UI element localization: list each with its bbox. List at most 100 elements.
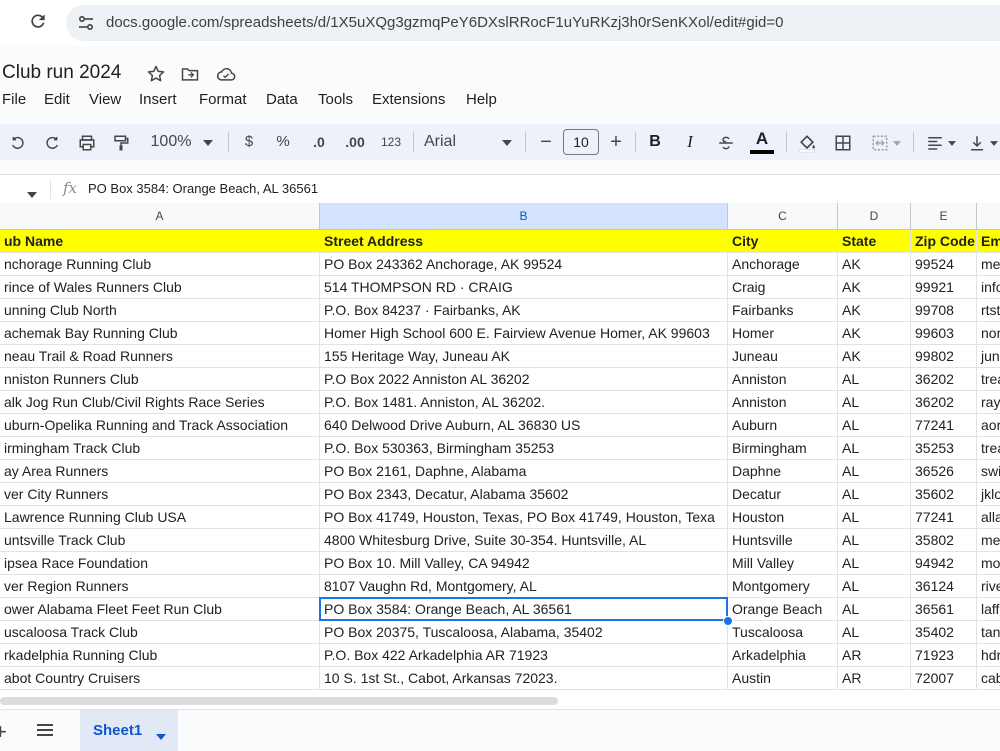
city-cell[interactable]: Anchorage	[728, 253, 838, 276]
state-cell[interactable]: AK	[838, 299, 911, 322]
street-address-cell[interactable]: PO Box 2161, Daphne, Alabama	[320, 460, 728, 483]
club-name-cell[interactable]: ub Name	[0, 230, 320, 253]
email-cell[interactable]: jun	[977, 345, 1000, 368]
city-cell[interactable]: Anniston	[728, 368, 838, 391]
club-name-cell[interactable]: abot Country Cruisers	[0, 667, 320, 690]
city-cell[interactable]: Decatur	[728, 483, 838, 506]
city-cell[interactable]: Daphne	[728, 460, 838, 483]
column-header-f[interactable]	[977, 203, 1000, 230]
club-name-cell[interactable]: neau Trail & Road Runners	[0, 345, 320, 368]
email-cell[interactable]: alla	[977, 506, 1000, 529]
email-cell[interactable]: rtst	[977, 299, 1000, 322]
print-icon[interactable]	[76, 124, 98, 160]
city-cell[interactable]: Craig	[728, 276, 838, 299]
state-cell[interactable]: AL	[838, 621, 911, 644]
menu-help[interactable]: Help	[466, 91, 497, 108]
paint-format-icon[interactable]	[110, 124, 132, 160]
state-cell[interactable]: AL	[838, 437, 911, 460]
zip-code-cell[interactable]: 35402	[911, 621, 977, 644]
italic-button[interactable]: I	[680, 124, 700, 160]
add-sheet-icon[interactable]: +	[0, 719, 7, 745]
club-name-cell[interactable]: irmingham Track Club	[0, 437, 320, 460]
state-cell[interactable]: AL	[838, 414, 911, 437]
all-sheets-icon[interactable]	[36, 722, 54, 743]
zip-code-cell[interactable]: 36526	[911, 460, 977, 483]
borders-icon[interactable]	[832, 124, 854, 160]
state-cell[interactable]: AR	[838, 644, 911, 667]
club-name-cell[interactable]: uscaloosa Track Club	[0, 621, 320, 644]
zip-code-cell[interactable]: 36561	[911, 598, 977, 621]
column-header-e[interactable]: E	[911, 203, 977, 230]
club-name-cell[interactable]: ay Area Runners	[0, 460, 320, 483]
increase-decimal-button[interactable]: .00	[340, 124, 370, 160]
menu-edit[interactable]: Edit	[44, 91, 70, 108]
email-cell[interactable]: laff	[977, 598, 1000, 621]
zoom-select[interactable]: 100%	[146, 124, 196, 160]
state-cell[interactable]: AR	[838, 667, 911, 690]
fill-color-icon[interactable]	[796, 124, 818, 160]
city-cell[interactable]: Arkadelphia	[728, 644, 838, 667]
menu-format[interactable]: Format	[199, 91, 247, 108]
menu-tools[interactable]: Tools	[318, 91, 353, 108]
state-cell[interactable]: AK	[838, 276, 911, 299]
city-cell[interactable]: Birmingham	[728, 437, 838, 460]
state-cell[interactable]: AL	[838, 460, 911, 483]
club-name-cell[interactable]: ower Alabama Fleet Feet Run Club	[0, 598, 320, 621]
scrollbar-thumb[interactable]	[0, 697, 558, 705]
sheet-menu-icon[interactable]	[156, 727, 166, 745]
club-name-cell[interactable]: achemak Bay Running Club	[0, 322, 320, 345]
percent-format-button[interactable]: %	[273, 124, 293, 160]
state-cell[interactable]: AL	[838, 598, 911, 621]
club-name-cell[interactable]: rkadelphia Running Club	[0, 644, 320, 667]
zip-code-cell[interactable]: 35253	[911, 437, 977, 460]
increase-font-size-icon[interactable]: +	[605, 124, 627, 160]
street-address-cell[interactable]: 10 S. 1st St., Cabot, Arkansas 72023.	[320, 667, 728, 690]
bold-button[interactable]: B	[645, 124, 665, 160]
column-header-b[interactable]: B	[320, 203, 728, 230]
city-cell[interactable]: Mill Valley	[728, 552, 838, 575]
street-address-cell[interactable]: PO Box 20375, Tuscaloosa, Alabama, 35402	[320, 621, 728, 644]
url-text[interactable]: docs.google.com/spreadsheets/d/1X5uXQg3g…	[106, 14, 784, 31]
email-cell[interactable]: info	[977, 276, 1000, 299]
street-address-cell[interactable]: Homer High School 600 E. Fairview Avenue…	[320, 322, 728, 345]
zip-code-cell[interactable]: Zip Code	[911, 230, 977, 253]
city-cell[interactable]: Juneau	[728, 345, 838, 368]
club-name-cell[interactable]: alk Jog Run Club/Civil Rights Race Serie…	[0, 391, 320, 414]
street-address-cell[interactable]: PO Box 3584: Orange Beach, AL 36561	[320, 598, 728, 621]
horizontal-scrollbar[interactable]	[0, 693, 1000, 709]
column-header-d[interactable]: D	[838, 203, 911, 230]
city-cell[interactable]: Auburn	[728, 414, 838, 437]
street-address-cell[interactable]: P.O. Box 84237 · Fairbanks, AK	[320, 299, 728, 322]
state-cell[interactable]: AL	[838, 575, 911, 598]
email-cell[interactable]: swi	[977, 460, 1000, 483]
sheet-tab-sheet1[interactable]: Sheet1	[80, 710, 178, 751]
zip-code-cell[interactable]: 36202	[911, 368, 977, 391]
club-name-cell[interactable]: ver City Runners	[0, 483, 320, 506]
spreadsheet-grid[interactable]: A B C D E ub Name Street Address City State…	[0, 203, 1000, 693]
decrease-decimal-button[interactable]: .0	[306, 124, 332, 160]
street-address-cell[interactable]: PO Box 10. Mill Valley, CA 94942	[320, 552, 728, 575]
zip-code-cell[interactable]: 77241	[911, 414, 977, 437]
menu-insert[interactable]: Insert	[139, 91, 177, 108]
city-cell[interactable]: Tuscaloosa	[728, 621, 838, 644]
city-cell[interactable]: City	[728, 230, 838, 253]
zip-code-cell[interactable]: 35602	[911, 483, 977, 506]
zip-code-cell[interactable]: 71923	[911, 644, 977, 667]
doc-title[interactable]: Club run 2024	[2, 62, 121, 84]
street-address-cell[interactable]: 4800 Whitesburg Drive, Suite 30-354. Hun…	[320, 529, 728, 552]
street-address-cell[interactable]: P.O. Box 530363, Birmingham 35253	[320, 437, 728, 460]
state-cell[interactable]: AK	[838, 345, 911, 368]
city-cell[interactable]: Montgomery	[728, 575, 838, 598]
menu-file[interactable]: File	[2, 91, 26, 108]
street-address-cell[interactable]: PO Box 41749, Houston, Texas, PO Box 417…	[320, 506, 728, 529]
street-address-cell[interactable]: P.O Box 2022 Anniston AL 36202	[320, 368, 728, 391]
email-cell[interactable]: mo	[977, 552, 1000, 575]
reload-icon[interactable]	[26, 11, 50, 35]
vertical-align-icon[interactable]	[966, 124, 1000, 160]
email-cell[interactable]: aor	[977, 414, 1000, 437]
street-address-cell[interactable]: PO Box 243362 Anchorage, AK 99524	[320, 253, 728, 276]
street-address-cell[interactable]: Street Address	[320, 230, 728, 253]
zip-code-cell[interactable]: 99802	[911, 345, 977, 368]
club-name-cell[interactable]: ipsea Race Foundation	[0, 552, 320, 575]
club-name-cell[interactable]: unning Club North	[0, 299, 320, 322]
